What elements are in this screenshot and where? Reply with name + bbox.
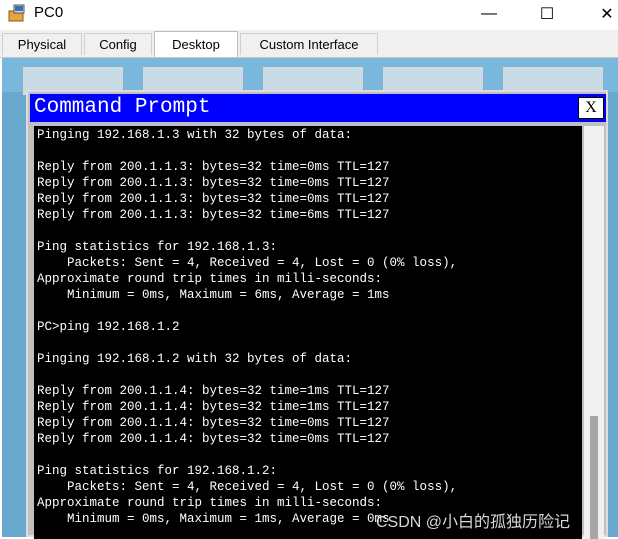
terminal-line: Reply from 200.1.1.4: bytes=32 time=0ms …	[37, 432, 390, 446]
pc-device-icon	[8, 3, 28, 23]
terminal-line: Pinging 192.168.1.3 with 32 bytes of dat…	[37, 128, 353, 142]
terminal-line: Reply from 200.1.1.3: bytes=32 time=6ms …	[37, 208, 390, 222]
close-button[interactable]: ✕	[584, 0, 618, 28]
watermark: CSDN @小白的孤独历险记	[376, 514, 571, 531]
terminal-line: Reply from 200.1.1.4: bytes=32 time=0ms …	[37, 416, 390, 430]
terminal-line: Minimum = 0ms, Maximum = 6ms, Average = …	[37, 288, 390, 302]
window-title-bar: PC0 — ☐ ✕	[0, 0, 618, 28]
scrollbar-thumb[interactable]	[590, 416, 598, 539]
tab-custom-interface[interactable]: Custom Interface	[240, 33, 378, 55]
command-prompt-title-bar: Command Prompt X	[30, 94, 606, 122]
command-prompt-close-button[interactable]: X	[578, 97, 604, 119]
tab-desktop[interactable]: Desktop	[154, 31, 238, 57]
terminal-line: Packets: Sent = 4, Received = 4, Lost = …	[37, 256, 458, 270]
terminal-line: Reply from 200.1.1.3: bytes=32 time=0ms …	[37, 160, 390, 174]
terminal-line: Pinging 192.168.1.2 with 32 bytes of dat…	[37, 352, 353, 366]
terminal-output[interactable]: Pinging 192.168.1.3 with 32 bytes of dat…	[34, 126, 582, 539]
terminal-line: Ping statistics for 192.168.1.3:	[37, 240, 278, 254]
tab-config[interactable]: Config	[84, 33, 152, 55]
terminal-line: PC>ping 192.168.1.2	[37, 320, 180, 334]
terminal-line: Reply from 200.1.1.4: bytes=32 time=1ms …	[37, 400, 390, 414]
terminal-line: Packets: Sent = 4, Received = 4, Lost = …	[37, 480, 458, 494]
terminal-scrollbar[interactable]	[584, 126, 604, 539]
terminal-line: Approximate round trip times in milli-se…	[37, 496, 383, 510]
window-title: PC0	[34, 4, 64, 21]
tab-bar: Physical Config Desktop Custom Interface	[0, 30, 618, 58]
command-prompt-window: Command Prompt X Pinging 192.168.1.3 wit…	[26, 90, 608, 539]
terminal-line: Ping statistics for 192.168.1.2:	[37, 464, 278, 478]
maximize-button[interactable]: ☐	[524, 0, 570, 28]
terminal-line: Minimum = 0ms, Maximum = 1ms, Average = …	[37, 512, 390, 526]
minimize-button[interactable]: —	[466, 0, 512, 28]
terminal-line: Approximate round trip times in milli-se…	[37, 272, 383, 286]
terminal-line: Reply from 200.1.1.3: bytes=32 time=0ms …	[37, 192, 390, 206]
command-prompt-title: Command Prompt	[34, 96, 211, 119]
tab-physical[interactable]: Physical	[2, 33, 82, 55]
terminal-line: Reply from 200.1.1.3: bytes=32 time=0ms …	[37, 176, 390, 190]
terminal-line: Reply from 200.1.1.4: bytes=32 time=1ms …	[37, 384, 390, 398]
